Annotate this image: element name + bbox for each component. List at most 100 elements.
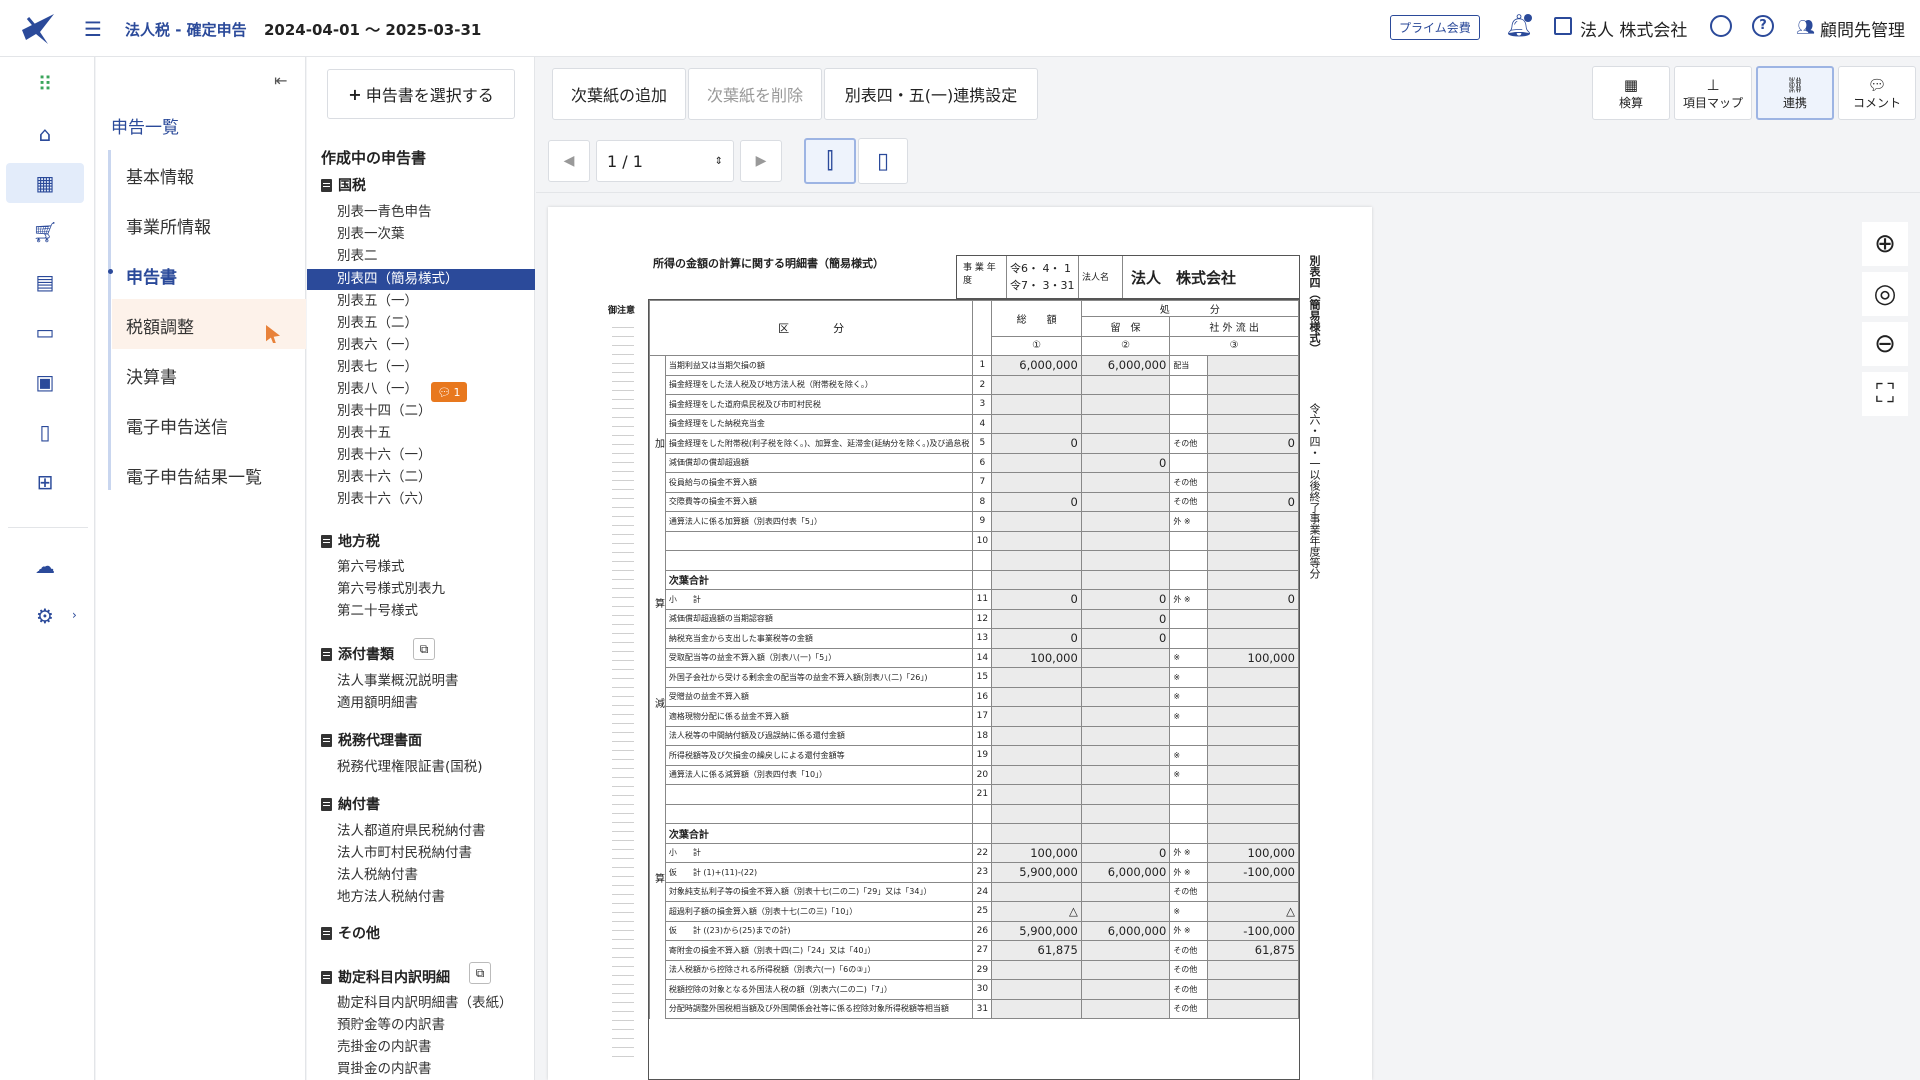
- row-outflow[interactable]: 100,000: [1207, 842, 1299, 863]
- row-ryuho[interactable]: [1080, 472, 1171, 493]
- row-ryuho[interactable]: [1080, 823, 1171, 844]
- tree-item[interactable]: 売掛金の内訳書: [337, 1036, 432, 1058]
- tree-item[interactable]: 第六号様式: [337, 556, 405, 578]
- row-ryuho[interactable]: [1080, 881, 1171, 902]
- sidebar-toggle-icon[interactable]: ☰: [84, 17, 102, 41]
- row-outflow[interactable]: [1207, 667, 1299, 688]
- row-ryuho[interactable]: [1080, 764, 1171, 785]
- row-ryuho[interactable]: [1080, 784, 1171, 805]
- row-total[interactable]: [991, 725, 1082, 746]
- row-outflow[interactable]: [1207, 550, 1299, 571]
- apps-grid-icon[interactable]: ⠿: [28, 67, 62, 101]
- document-icon[interactable]: ▤: [28, 265, 62, 299]
- row-total[interactable]: [991, 686, 1082, 707]
- row-outflow[interactable]: [1207, 686, 1299, 707]
- row-outflow[interactable]: [1207, 530, 1299, 551]
- select-return-button[interactable]: + 申告書を選択する: [327, 69, 515, 119]
- layout-icon[interactable]: ⊞: [28, 465, 62, 499]
- row-outflow[interactable]: [1207, 881, 1299, 902]
- row-total[interactable]: [991, 374, 1082, 395]
- row-total[interactable]: 61,875: [991, 940, 1082, 961]
- collapse-icon[interactable]: ⇤: [274, 71, 287, 90]
- add-sheet-button[interactable]: 次葉紙の追加: [552, 68, 686, 120]
- row-total[interactable]: [991, 706, 1082, 727]
- tree-item[interactable]: 第六号様式別表九: [337, 578, 445, 600]
- row-total[interactable]: [991, 998, 1082, 1019]
- next-page-button[interactable]: ▶: [740, 140, 782, 182]
- row-outflow[interactable]: [1207, 745, 1299, 766]
- row-ryuho[interactable]: [1080, 569, 1171, 590]
- delete-sheet-button[interactable]: 次葉紙を削除: [688, 68, 822, 120]
- tree-item[interactable]: 別表一青色申告: [337, 201, 432, 223]
- row-ryuho[interactable]: [1080, 491, 1171, 512]
- link-setting-button[interactable]: 別表四・五(一)連携設定: [824, 68, 1038, 120]
- row-outflow[interactable]: [1207, 355, 1299, 376]
- row-total[interactable]: [991, 667, 1082, 688]
- tree-item[interactable]: 預貯金等の内訳書: [337, 1014, 445, 1036]
- account-icon[interactable]: [1710, 15, 1732, 37]
- row-ryuho[interactable]: [1080, 803, 1171, 824]
- row-ryuho[interactable]: 0: [1080, 628, 1171, 649]
- row-total[interactable]: △: [991, 901, 1082, 922]
- row-outflow[interactable]: [1207, 706, 1299, 727]
- tree-item[interactable]: 地方法人税納付書: [337, 886, 445, 908]
- tree-item[interactable]: 法人都道府県民税納付書: [337, 820, 486, 842]
- row-ryuho[interactable]: [1080, 979, 1171, 1000]
- row-ryuho[interactable]: 0: [1080, 452, 1171, 473]
- row-total[interactable]: [991, 550, 1082, 571]
- row-ryuho[interactable]: [1080, 959, 1171, 980]
- client-mgmt-icon[interactable]: 👥︎: [1796, 18, 1815, 36]
- tree-item[interactable]: 別表十六（六）: [337, 488, 432, 510]
- row-ryuho[interactable]: [1080, 725, 1171, 746]
- item-map-button[interactable]: ⊥ 項目マップ: [1674, 66, 1752, 120]
- group-tax-agent[interactable]: 税務代理書面: [321, 730, 422, 750]
- row-outflow[interactable]: [1207, 725, 1299, 746]
- row-outflow[interactable]: 100,000: [1207, 647, 1299, 668]
- group-payment[interactable]: 納付書: [321, 794, 380, 814]
- row-total[interactable]: [991, 530, 1082, 551]
- row-ryuho[interactable]: [1080, 686, 1171, 707]
- row-ryuho[interactable]: 0: [1080, 842, 1171, 863]
- row-ryuho[interactable]: [1080, 745, 1171, 766]
- tree-item[interactable]: 法人事業概況説明書: [337, 670, 459, 692]
- row-total[interactable]: 100,000: [991, 842, 1082, 863]
- row-outflow[interactable]: [1207, 511, 1299, 532]
- row-total[interactable]: 100,000: [991, 647, 1082, 668]
- tree-item[interactable]: 別表一次葉: [337, 223, 405, 245]
- row-outflow[interactable]: [1207, 784, 1299, 805]
- corp-name[interactable]: 法人 株式会社: [1123, 256, 1299, 298]
- subnav-item-basic-info[interactable]: 基本情報: [126, 163, 194, 188]
- tree-item[interactable]: 法人税納付書: [337, 864, 418, 886]
- row-total[interactable]: 0: [991, 628, 1082, 649]
- tree-item[interactable]: 法人市町村民税納付書: [337, 842, 472, 864]
- row-ryuho[interactable]: [1080, 413, 1171, 434]
- tree-item[interactable]: 買掛金の内訳書: [337, 1058, 432, 1080]
- zoom-out-icon[interactable]: ⊖: [1862, 322, 1908, 366]
- row-total[interactable]: [991, 979, 1082, 1000]
- row-total[interactable]: [991, 823, 1082, 844]
- help-icon[interactable]: ?: [1752, 15, 1774, 37]
- tree-item[interactable]: 別表十五: [337, 422, 391, 444]
- row-total[interactable]: [991, 608, 1082, 629]
- tree-item[interactable]: 別表十六（二）: [337, 466, 432, 488]
- row-total[interactable]: [991, 452, 1082, 473]
- tree-item[interactable]: 別表十四（二）: [337, 400, 432, 422]
- locate-icon[interactable]: ◎: [1862, 272, 1908, 316]
- row-outflow[interactable]: 61,875: [1207, 940, 1299, 961]
- row-total[interactable]: 0: [991, 589, 1082, 610]
- row-ryuho[interactable]: [1080, 550, 1171, 571]
- row-outflow[interactable]: [1207, 452, 1299, 473]
- comment-badge[interactable]: 💬︎ 1: [431, 382, 467, 402]
- tree-item[interactable]: 適用額明細書: [337, 692, 418, 714]
- attachment-document-icon[interactable]: ▯: [28, 415, 62, 449]
- subnav-item-tax-adjust[interactable]: 税額調整: [126, 313, 194, 338]
- group-national[interactable]: 国税: [321, 175, 366, 195]
- row-outflow[interactable]: [1207, 394, 1299, 415]
- comment-button[interactable]: 💬︎ コメント: [1838, 66, 1916, 120]
- row-outflow[interactable]: [1207, 608, 1299, 629]
- row-outflow[interactable]: -100,000: [1207, 862, 1299, 883]
- row-total[interactable]: 5,900,000: [991, 920, 1082, 941]
- link-button[interactable]: ⛓︎ 連携: [1756, 66, 1834, 120]
- row-outflow[interactable]: [1207, 413, 1299, 434]
- row-ryuho[interactable]: [1080, 940, 1171, 961]
